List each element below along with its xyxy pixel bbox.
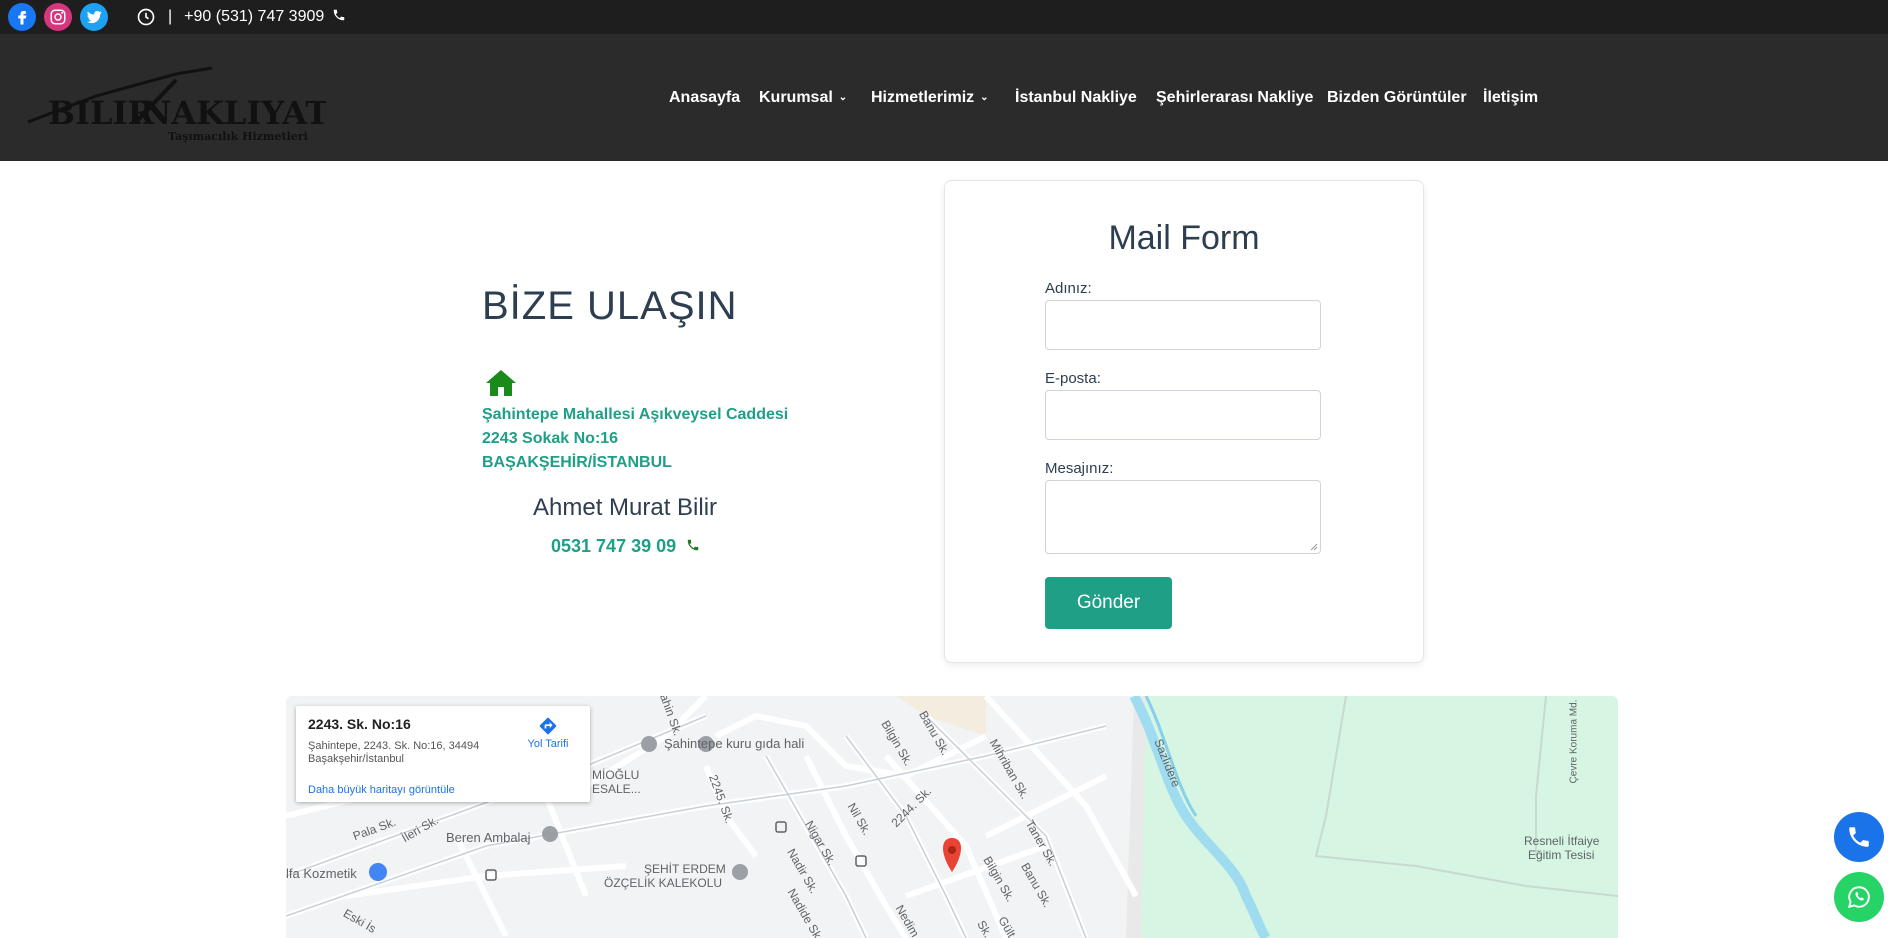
email-input[interactable] [1045, 390, 1321, 440]
contact-title: BİZE ULAŞIN [482, 284, 738, 328]
svg-text:NAKLIYAT: NAKLIYAT [142, 94, 326, 132]
header: BILIR NAKLIYAT Taşımacılık Hizmetleri An… [0, 34, 1888, 161]
form-title: Mail Form [1108, 219, 1260, 257]
whatsapp-button[interactable] [1834, 872, 1884, 922]
map-label: Beren Ambalaj [446, 830, 531, 845]
directions-icon [539, 717, 557, 735]
map-label: Şahintepe kuru gıda hali [664, 736, 805, 751]
map-place-card: 2243. Sk. No:16 Şahintepe, 2243. Sk. No:… [296, 706, 590, 802]
map-label: ÖZÇELİK KALEKOLU [604, 876, 723, 890]
map-label: MİOĞLU [592, 768, 640, 782]
address-line: BAŞAKŞEHİR/İSTANBUL [482, 454, 672, 471]
place-address: Şahintepe, 2243. Sk. No:16, 34494 Başakş… [308, 740, 480, 765]
top-phone[interactable]: +90 (531) 747 3909 [184, 8, 324, 26]
nav-anasayfa[interactable]: Anasayfa [669, 34, 740, 161]
larger-map-link[interactable]: Daha büyük haritayı görüntüle [308, 784, 455, 796]
map-label: Eğitim Tesisi [1528, 848, 1595, 862]
nav-istanbul-nakliye[interactable]: İstanbul Nakliye [1015, 34, 1137, 161]
nav-sehirlerarasi-nakliye[interactable]: Şehirlerarası Nakliye [1156, 34, 1313, 161]
nav-hizmetlerimiz[interactable]: Hizmetlerimiz ⌄ [871, 34, 989, 161]
name-label: Adınız: [1045, 280, 1092, 297]
chevron-down-icon: ⌄ [838, 92, 848, 103]
twitter-icon[interactable] [80, 3, 108, 31]
nav-kurumsal[interactable]: Kurumsal ⌄ [759, 34, 847, 161]
address-line: 2243 Sokak No:16 [482, 430, 619, 447]
home-icon [484, 368, 518, 398]
svg-text:Taşımacılık Hizmetleri: Taşımacılık Hizmetleri [168, 130, 308, 143]
whatsapp-icon [1847, 886, 1870, 909]
place-title: 2243. Sk. No:16 [308, 716, 411, 732]
message-label: Mesajınız: [1045, 460, 1114, 477]
contact-person: Ahmet Murat Bilir [533, 494, 718, 521]
phone-icon [332, 8, 346, 27]
map-label: ŞEHİT ERDEM [644, 862, 726, 876]
svg-text:BILIR: BILIR [48, 94, 154, 132]
logo[interactable]: BILIR NAKLIYAT Taşımacılık Hizmetleri [26, 54, 329, 144]
chevron-down-icon: ⌄ [980, 92, 989, 103]
clock-icon [136, 7, 156, 27]
map[interactable]: Şahintepe kuru gıda hali Beren Ambalaj Ş… [286, 696, 1618, 938]
email-label: E-posta: [1045, 370, 1101, 387]
separator: | [168, 8, 173, 25]
name-input[interactable] [1045, 300, 1321, 350]
map-label: ESALE... [592, 782, 641, 796]
message-textarea[interactable] [1045, 480, 1321, 554]
instagram-icon[interactable] [44, 3, 72, 31]
map-label: Çevre Koruma Md. [1568, 699, 1580, 784]
map-label: lfa Kozmetik [286, 866, 357, 881]
mail-form: Mail Form Adınız: E-posta: Mesajınız: Gö… [944, 180, 1424, 663]
phone-icon [1849, 827, 1869, 847]
address-line: Şahintepe Mahallesi Aşıkveysel Caddesi [482, 406, 789, 423]
submit-button[interactable]: Gönder [1045, 577, 1172, 629]
call-button[interactable] [1834, 812, 1884, 862]
top-bar: | +90 (531) 747 3909 [0, 0, 1888, 34]
phone-icon [686, 536, 700, 557]
nav-bizden-goruntuler[interactable]: Bizden Görüntüler [1327, 34, 1467, 161]
facebook-icon[interactable] [8, 3, 36, 31]
contact-phone[interactable]: 0531 747 39 09 [551, 536, 700, 557]
directions-button[interactable]: Yol Tarifi [518, 716, 578, 750]
nav-iletisim[interactable]: İletişim [1483, 34, 1538, 161]
map-label: Resneli İtfaiye [1524, 834, 1600, 848]
